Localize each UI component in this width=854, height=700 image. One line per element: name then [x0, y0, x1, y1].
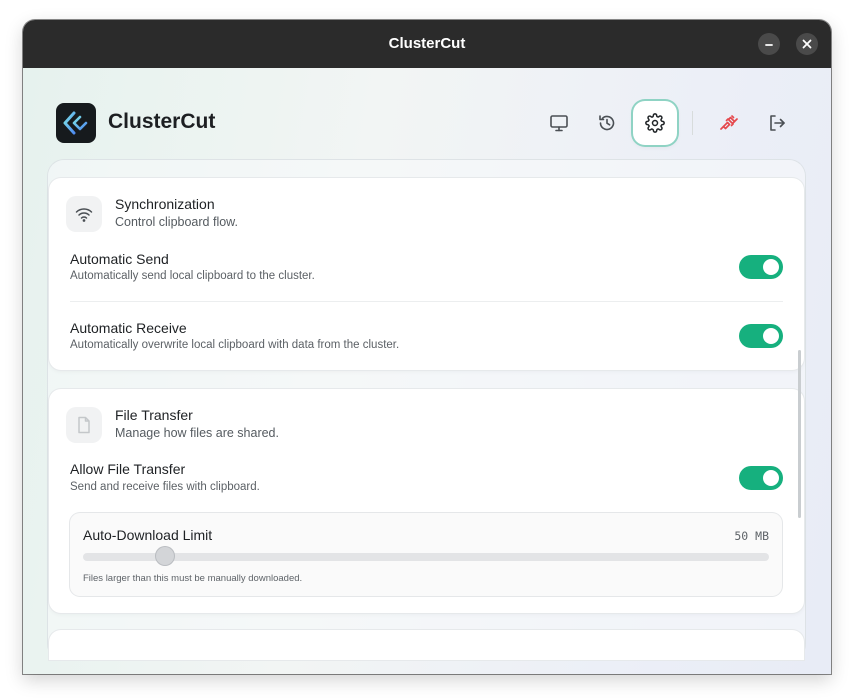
logout-button[interactable]	[755, 101, 799, 145]
auto-send-toggle[interactable]	[739, 255, 783, 279]
app-name: ClusterCut	[108, 110, 216, 133]
sync-title: Synchronization	[115, 196, 215, 212]
nav-settings-button[interactable]	[633, 101, 677, 145]
logout-icon	[770, 115, 785, 131]
file-transfer-card-icon	[66, 407, 102, 443]
clustercut-logo	[63, 111, 88, 135]
sync-subtitle: Control clipboard flow.	[115, 215, 238, 229]
app-logo	[56, 103, 96, 143]
next-settings-card	[49, 630, 804, 660]
main-content: ClusterCut Synchronization Control clipb…	[23, 68, 831, 674]
auto-download-limit-label: Auto-Download Limit	[83, 527, 213, 543]
gear-icon	[645, 113, 665, 133]
nav-divider	[692, 111, 693, 135]
allow-file-transfer-desc: Send and receive files with clipboard.	[70, 481, 260, 493]
history-icon	[599, 115, 615, 131]
auto-download-limit-value: 50 MB	[734, 529, 769, 543]
minimize-button[interactable]	[758, 33, 780, 55]
slider-thumb[interactable]	[156, 547, 174, 565]
disconnect-button[interactable]	[707, 101, 751, 145]
monitor-icon	[550, 115, 568, 132]
sync-card-icon	[66, 196, 102, 232]
auto-receive-toggle[interactable]	[739, 324, 783, 348]
file-transfer-card: File Transfer Manage how files are share…	[49, 389, 804, 613]
auto-send-label: Automatic Send	[70, 251, 169, 267]
toggle-knob	[763, 328, 779, 344]
file-transfer-subtitle: Manage how files are shared.	[115, 426, 279, 440]
row-separator	[70, 301, 783, 302]
plug-disconnect-icon	[720, 115, 738, 130]
allow-file-transfer-toggle[interactable]	[739, 466, 783, 490]
auto-download-limit-box: Auto-Download Limit 50 MB Files larger t…	[70, 513, 782, 596]
auto-download-limit-slider[interactable]	[83, 547, 769, 565]
close-button[interactable]	[796, 33, 818, 55]
nav-devices-button[interactable]	[537, 101, 581, 145]
scrollbar[interactable]	[798, 350, 801, 518]
auto-receive-label: Automatic Receive	[70, 320, 187, 336]
wifi-icon	[75, 208, 93, 222]
toggle-knob	[763, 259, 779, 275]
app-window: ClusterCut ClusterCut Synchronization Co…	[23, 20, 831, 674]
close-icon	[802, 39, 812, 49]
auto-receive-desc: Automatically overwrite local clipboard …	[70, 339, 400, 351]
nav-history-button[interactable]	[585, 101, 629, 145]
auto-send-desc: Automatically send local clipboard to th…	[70, 270, 315, 282]
window-title: ClusterCut	[388, 35, 466, 52]
title-bar: ClusterCut	[23, 20, 831, 68]
allow-file-transfer-label: Allow File Transfer	[70, 461, 186, 477]
file-transfer-title: File Transfer	[115, 407, 193, 423]
sync-card: Synchronization Control clipboard flow. …	[49, 178, 804, 370]
minimize-icon	[765, 44, 773, 46]
toggle-knob	[763, 470, 779, 486]
file-icon	[78, 416, 90, 434]
auto-download-limit-note: Files larger than this must be manually …	[83, 573, 303, 584]
